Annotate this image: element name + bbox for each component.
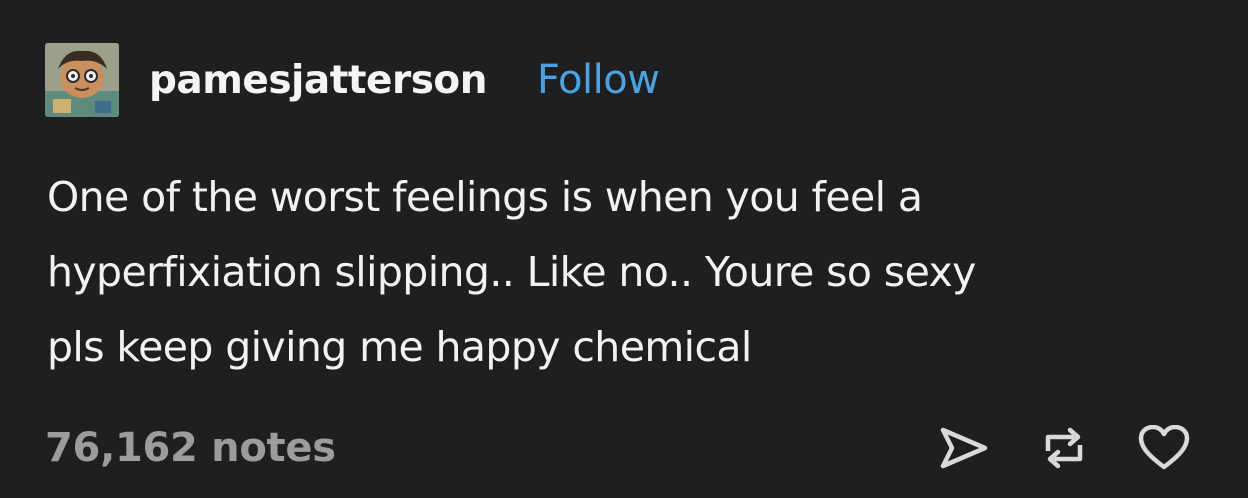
post-body: One of the worst feelings is when you fe… [47,160,1197,385]
post-header: pamesjatterson Follow [45,42,660,118]
post-body-line: pls keep giving me happy chemical [47,323,752,371]
avatar[interactable] [45,43,119,117]
reblog-icon [1045,427,1083,469]
follow-button[interactable]: Follow [537,57,660,103]
post-body-line: One of the worst feelings is when you fe… [47,173,923,221]
share-button[interactable] [935,420,993,476]
heart-icon [1138,425,1190,470]
post-body-line: hyperfixiation slipping.. Like no.. Your… [47,248,976,296]
post-actions [935,420,1193,476]
avatar-image [45,43,119,117]
reblog-button[interactable] [1035,420,1093,476]
notes-count[interactable]: 76,162 notes [45,425,336,471]
like-button[interactable] [1135,420,1193,476]
username-link[interactable]: pamesjatterson [149,58,487,103]
share-icon [940,427,988,469]
post-footer: 76,162 notes [45,420,1193,476]
tumblr-post: pamesjatterson Follow One of the worst f… [0,0,1248,498]
